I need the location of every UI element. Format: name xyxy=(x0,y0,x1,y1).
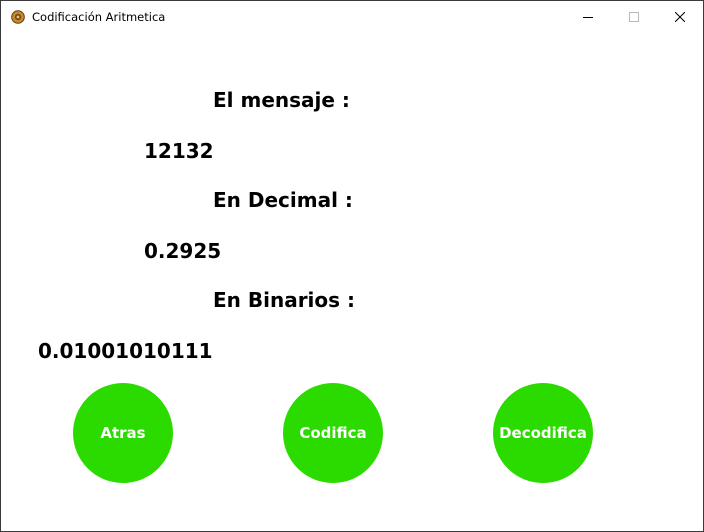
maximize-icon xyxy=(629,12,639,22)
back-button[interactable]: Atras xyxy=(73,383,173,483)
minimize-button[interactable] xyxy=(565,1,611,33)
binary-value: 0.01001010111 xyxy=(38,339,213,363)
decode-button[interactable]: Decodifica xyxy=(493,383,593,483)
decimal-value: 0.2925 xyxy=(144,239,222,263)
app-globe-icon xyxy=(11,10,25,24)
decimal-label: En Decimal : xyxy=(213,188,353,212)
title-bar[interactable]: Codificación Aritmetica xyxy=(1,1,703,33)
close-button[interactable] xyxy=(657,1,703,33)
minimize-icon xyxy=(583,17,593,18)
app-window: Codificación Aritmetica El mensaje : 121… xyxy=(0,0,704,532)
encode-button-label: Codifica xyxy=(299,424,367,442)
message-value: 12132 xyxy=(144,139,214,163)
window-title: Codificación Aritmetica xyxy=(32,10,166,24)
message-label: El mensaje : xyxy=(213,88,350,112)
binary-label: En Binarios : xyxy=(213,288,356,312)
back-button-label: Atras xyxy=(100,424,146,442)
decode-button-label: Decodifica xyxy=(499,424,587,442)
maximize-button[interactable] xyxy=(611,1,657,33)
encode-button[interactable]: Codifica xyxy=(283,383,383,483)
close-icon xyxy=(675,12,685,22)
